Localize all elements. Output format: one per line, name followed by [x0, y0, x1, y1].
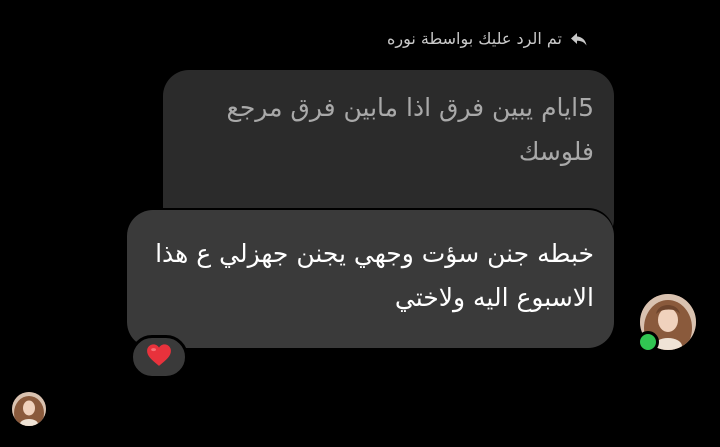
red-heart-icon	[146, 343, 172, 371]
online-status-dot	[637, 331, 659, 353]
message-text: خبطه جنن سؤت وجهي يجنن جهزلي ع هذا الاسب…	[155, 239, 594, 312]
reply-header-text: تم الرد عليك بواسطة نوره	[387, 29, 562, 48]
quoted-message-text: 5ايام يبين فرق اذا مابين فرق مرجع فلوسك	[226, 93, 594, 166]
reaction-badge[interactable]	[130, 335, 188, 379]
message-bubble[interactable]: خبطه جنن سؤت وجهي يجنن جهزلي ع هذا الاسب…	[127, 210, 614, 348]
reply-arrow-icon	[570, 31, 588, 47]
seen-avatar	[12, 392, 46, 426]
reply-header: تم الرد عليك بواسطة نوره	[387, 29, 588, 48]
